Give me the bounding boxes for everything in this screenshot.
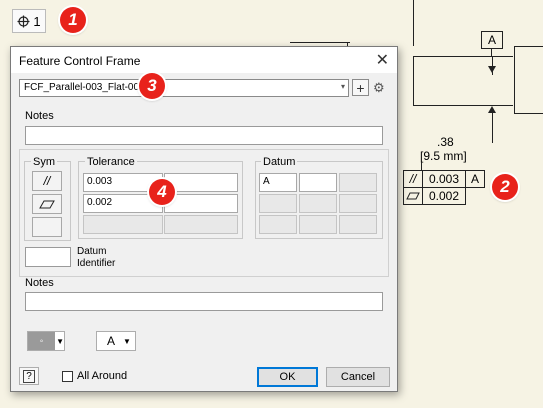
parallelism-icon: // [43, 174, 51, 188]
parallelism-symbol-button[interactable]: // [32, 171, 62, 191]
callout-2: 2 [492, 174, 518, 200]
flatness-icon [406, 192, 420, 200]
leader-style-swatch: ◦ [28, 332, 56, 350]
datum-input-3-3 [339, 215, 377, 234]
drawing-line [413, 0, 414, 46]
notes-bottom-label: Notes [25, 277, 54, 289]
datum-input-2-2 [299, 194, 337, 213]
notes-bottom-input[interactable] [25, 292, 383, 311]
cancel-button[interactable]: Cancel [326, 367, 390, 387]
part-edge [514, 46, 543, 47]
fcf-tolerance-2: 0.002 [422, 187, 466, 205]
datum-leader [491, 49, 492, 57]
tolerance-input-3 [83, 215, 163, 234]
drawing-line [413, 56, 513, 57]
fcf-flatness-symbol [403, 187, 423, 205]
plus-icon: + [356, 79, 365, 96]
tolerance-input-2b[interactable] [164, 194, 238, 213]
help-icon: ? [23, 369, 35, 383]
drawing-line [290, 42, 350, 43]
dimension-arrow-up [488, 106, 496, 113]
dialog-titlebar[interactable]: Feature Control Frame ✕ [11, 47, 397, 73]
fcf-leader [421, 162, 422, 170]
drawing-line [413, 105, 513, 106]
datum-input-2-3 [339, 194, 377, 213]
sym-label: Sym [31, 156, 57, 168]
empty-symbol-button[interactable] [32, 217, 62, 237]
part-edge [514, 113, 543, 114]
datum-feature-symbol: A [481, 31, 503, 49]
preset-dropdown[interactable]: FCF_Parallel-003_Flat-002 ▾ [19, 79, 349, 97]
ok-label: OK [279, 371, 296, 383]
cancel-label: Cancel [340, 371, 376, 383]
datum-input-2-1 [259, 194, 297, 213]
feature-control-frame-icon [17, 15, 30, 28]
tolerance-label: Tolerance [85, 156, 137, 168]
fcf-datum-1: A [465, 170, 485, 188]
datum-input-3-1 [259, 215, 297, 234]
datum-input-1-1[interactable]: A [259, 173, 297, 192]
callout-3: 3 [139, 73, 165, 99]
datum-input-1-3 [339, 173, 377, 192]
callout-1: 1 [60, 7, 86, 33]
dimension-value: .38 [437, 135, 454, 149]
dimension-arrow-down [488, 66, 496, 73]
all-around-label: All Around [77, 370, 128, 382]
datum-input-1-2[interactable] [299, 173, 337, 192]
preset-value: FCF_Parallel-003_Flat-002 [24, 82, 145, 93]
notes-top-input[interactable] [25, 126, 383, 145]
fcf-tolerance-2-text: 0.002 [428, 189, 460, 203]
datum-value-1: A [263, 176, 270, 187]
add-preset-button[interactable]: + [352, 79, 369, 96]
help-button[interactable]: ? [19, 367, 39, 385]
datum-feature-label: A [487, 33, 496, 47]
parallelism-symbol-text: // [409, 172, 417, 186]
datum-input-3-2 [299, 215, 337, 234]
dialog-title: Feature Control Frame [19, 54, 141, 68]
drawing-line [492, 113, 493, 143]
notes-top-panel: Notes [19, 105, 389, 153]
tolerance-input-1b[interactable] [164, 173, 238, 192]
chevron-down-icon: ▾ [340, 82, 345, 91]
close-icon[interactable]: ✕ [376, 50, 389, 70]
all-around-checkbox[interactable] [62, 371, 73, 382]
datum-identifier-input[interactable] [25, 247, 71, 267]
drawing-line [413, 56, 414, 106]
chevron-down-icon: ▼ [123, 336, 131, 346]
tolerance-input-3b [164, 215, 238, 234]
datum-label: Datum [261, 156, 298, 168]
leader-style-dropdown[interactable]: ◦ ▼ [27, 331, 65, 351]
datum-identifier-label: Datum Identifier [77, 246, 116, 269]
feature-control-frame-dialog: Feature Control Frame ✕ FCF_Parallel-003… [10, 46, 398, 392]
flatness-icon [39, 200, 55, 209]
part-edge [514, 46, 515, 114]
chevron-down-icon: ▼ [56, 336, 64, 346]
fcf-tolerance-1-text: 0.003 [428, 172, 460, 186]
datum-dropdown-value: A [107, 334, 116, 348]
tolerance-value-1: 0.003 [87, 176, 113, 187]
callout-4: 4 [149, 179, 175, 205]
ok-button[interactable]: OK [257, 367, 318, 387]
datum-dropdown[interactable]: A ▼ [96, 331, 136, 351]
flatness-symbol-button[interactable] [32, 194, 62, 214]
fcf-parallelism-symbol: // [403, 170, 423, 188]
fcf-tolerance-1: 0.003 [422, 170, 466, 188]
gear-icon[interactable]: ⚙ [373, 80, 385, 96]
fcf-datum-1-text: A [470, 172, 479, 186]
notes-top-label: Notes [25, 110, 54, 122]
fcf-tool-label: 1 [33, 13, 41, 29]
tolerance-value-2: 0.002 [87, 197, 113, 208]
fcf-tool-button[interactable]: 1 [12, 9, 46, 33]
dimension-metric-value: [9.5 mm] [420, 149, 467, 163]
